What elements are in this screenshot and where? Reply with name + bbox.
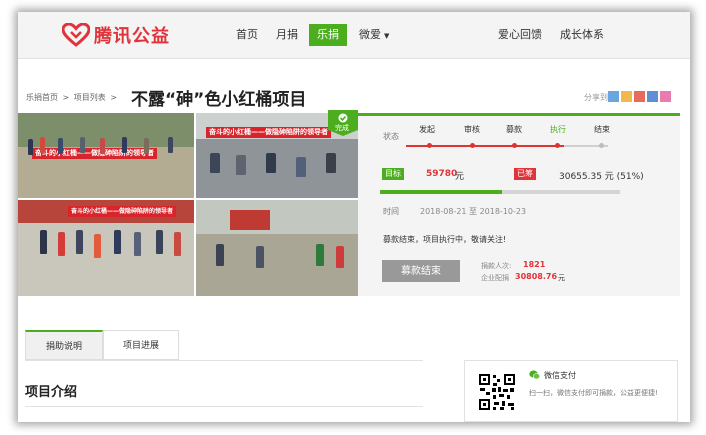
- status-label: 状态: [383, 132, 399, 141]
- match-value: 30808.76: [515, 272, 558, 281]
- tab-donation-info[interactable]: 捐助说明: [25, 330, 103, 360]
- fundraising-ended-button[interactable]: 募款结束: [382, 260, 460, 282]
- tab-divider: [25, 360, 423, 361]
- nav-growth[interactable]: 成长体系: [560, 25, 604, 45]
- wechat-pay-desc: 扫一扫，微信支付即可捐款，公益更便捷!: [529, 389, 658, 397]
- share-qq-icon[interactable]: [608, 91, 619, 102]
- nav-weiai-label: 微爱: [359, 28, 381, 41]
- share-more-icon[interactable]: [660, 91, 671, 102]
- logo-text: 腾讯公益: [94, 26, 170, 47]
- breadcrumb: 乐捐首页 > 项目列表 >: [26, 92, 119, 103]
- completed-badge: 完成: [326, 110, 360, 136]
- breadcrumb-list[interactable]: 项目列表: [74, 93, 106, 102]
- time-range: 2018-08-21 至 2018-10-23: [420, 207, 527, 216]
- wechat-pay-title: 微信支付: [544, 371, 576, 380]
- browser-frame: 腾讯公益 首页 月捐 乐捐 微爱 ▼ 爱心回馈 成长体系 乐捐首页 > 项目列表 …: [18, 12, 690, 422]
- target-value: 59780: [426, 169, 458, 179]
- page-title: 不露“砷”色小红桶项目: [131, 90, 307, 110]
- match-label: 企业配捐: [481, 274, 509, 282]
- badge-label: 完成: [335, 124, 349, 132]
- step-dot: [599, 143, 604, 148]
- step-label: 募款: [506, 125, 522, 134]
- share-qzone-icon[interactable]: [621, 91, 632, 102]
- step-dot: [512, 143, 517, 148]
- step-label-current: 执行: [550, 125, 566, 134]
- photo-banner: 奋斗的小红桶——做隐砷陷阱的领导者: [68, 206, 177, 217]
- step-label: 审核: [464, 125, 480, 134]
- share-weibo-icon[interactable]: [634, 91, 645, 102]
- step-dot: [470, 143, 475, 148]
- donors-value: 1821: [523, 260, 546, 269]
- nav-home[interactable]: 首页: [236, 25, 258, 45]
- raised-value: 30655.35 元 (51%): [559, 172, 644, 182]
- target-unit: 元: [455, 172, 465, 182]
- nav-monthly[interactable]: 月捐: [276, 25, 298, 45]
- top-nav: 腾讯公益 首页 月捐 乐捐 微爱 ▼ 爱心回馈 成长体系: [18, 12, 690, 59]
- time-label: 时间: [383, 207, 399, 216]
- photo-banner: 奋斗的小红桶——做隐砷陷阱的领导者: [32, 148, 157, 159]
- breadcrumb-sep: >: [110, 93, 118, 102]
- project-photos[interactable]: 奋斗的小红桶——做隐砷陷阱的领导者 奋斗的小红桶——做隐砷陷阱的领导者 奋斗的小…: [18, 113, 358, 296]
- step-label: 发起: [419, 125, 435, 134]
- chevron-down-icon: ▼: [384, 32, 390, 40]
- tab-project-progress[interactable]: 项目进展: [103, 330, 179, 360]
- donors-label: 捐款人次:: [481, 262, 512, 270]
- logo[interactable]: 腾讯公益: [62, 22, 170, 48]
- target-tag: 目标: [382, 168, 404, 180]
- share-icons: [608, 91, 671, 102]
- step-dot: [555, 143, 560, 148]
- photo-3: 奋斗的小红桶——做隐砷陷阱的领导者: [18, 200, 194, 296]
- section-divider: [25, 406, 423, 407]
- nav-rewards[interactable]: 爱心回馈: [498, 25, 542, 45]
- step-dot: [427, 143, 432, 148]
- status-notice: 募款结束，项目执行中，敬请关注!: [383, 235, 507, 244]
- nav-lejuan[interactable]: 乐捐: [309, 24, 347, 46]
- match-unit: 元: [558, 274, 565, 282]
- step-label: 结束: [594, 125, 610, 134]
- funding-progress: [380, 190, 620, 194]
- breadcrumb-sep: >: [62, 93, 70, 102]
- funding-progress-fill: [380, 190, 503, 194]
- nav-weiai[interactable]: 微爱 ▼: [359, 25, 389, 46]
- qr-code-icon[interactable]: [478, 373, 516, 411]
- raised-tag: 已筹: [514, 168, 536, 180]
- breadcrumb-home[interactable]: 乐捐首页: [26, 93, 58, 102]
- section-title: 项目介绍: [25, 385, 78, 400]
- share-label: 分享到:: [584, 93, 611, 102]
- wechat-icon: [529, 370, 540, 380]
- heart-logo-icon: [62, 23, 90, 47]
- photo-1: 奋斗的小红桶——做隐砷陷阱的领导者: [18, 113, 194, 198]
- photo-4: [196, 200, 358, 296]
- photo-banner: 奋斗的小红桶——做隐砷陷阱的领导者: [206, 127, 331, 138]
- share-tencent-icon[interactable]: [647, 91, 658, 102]
